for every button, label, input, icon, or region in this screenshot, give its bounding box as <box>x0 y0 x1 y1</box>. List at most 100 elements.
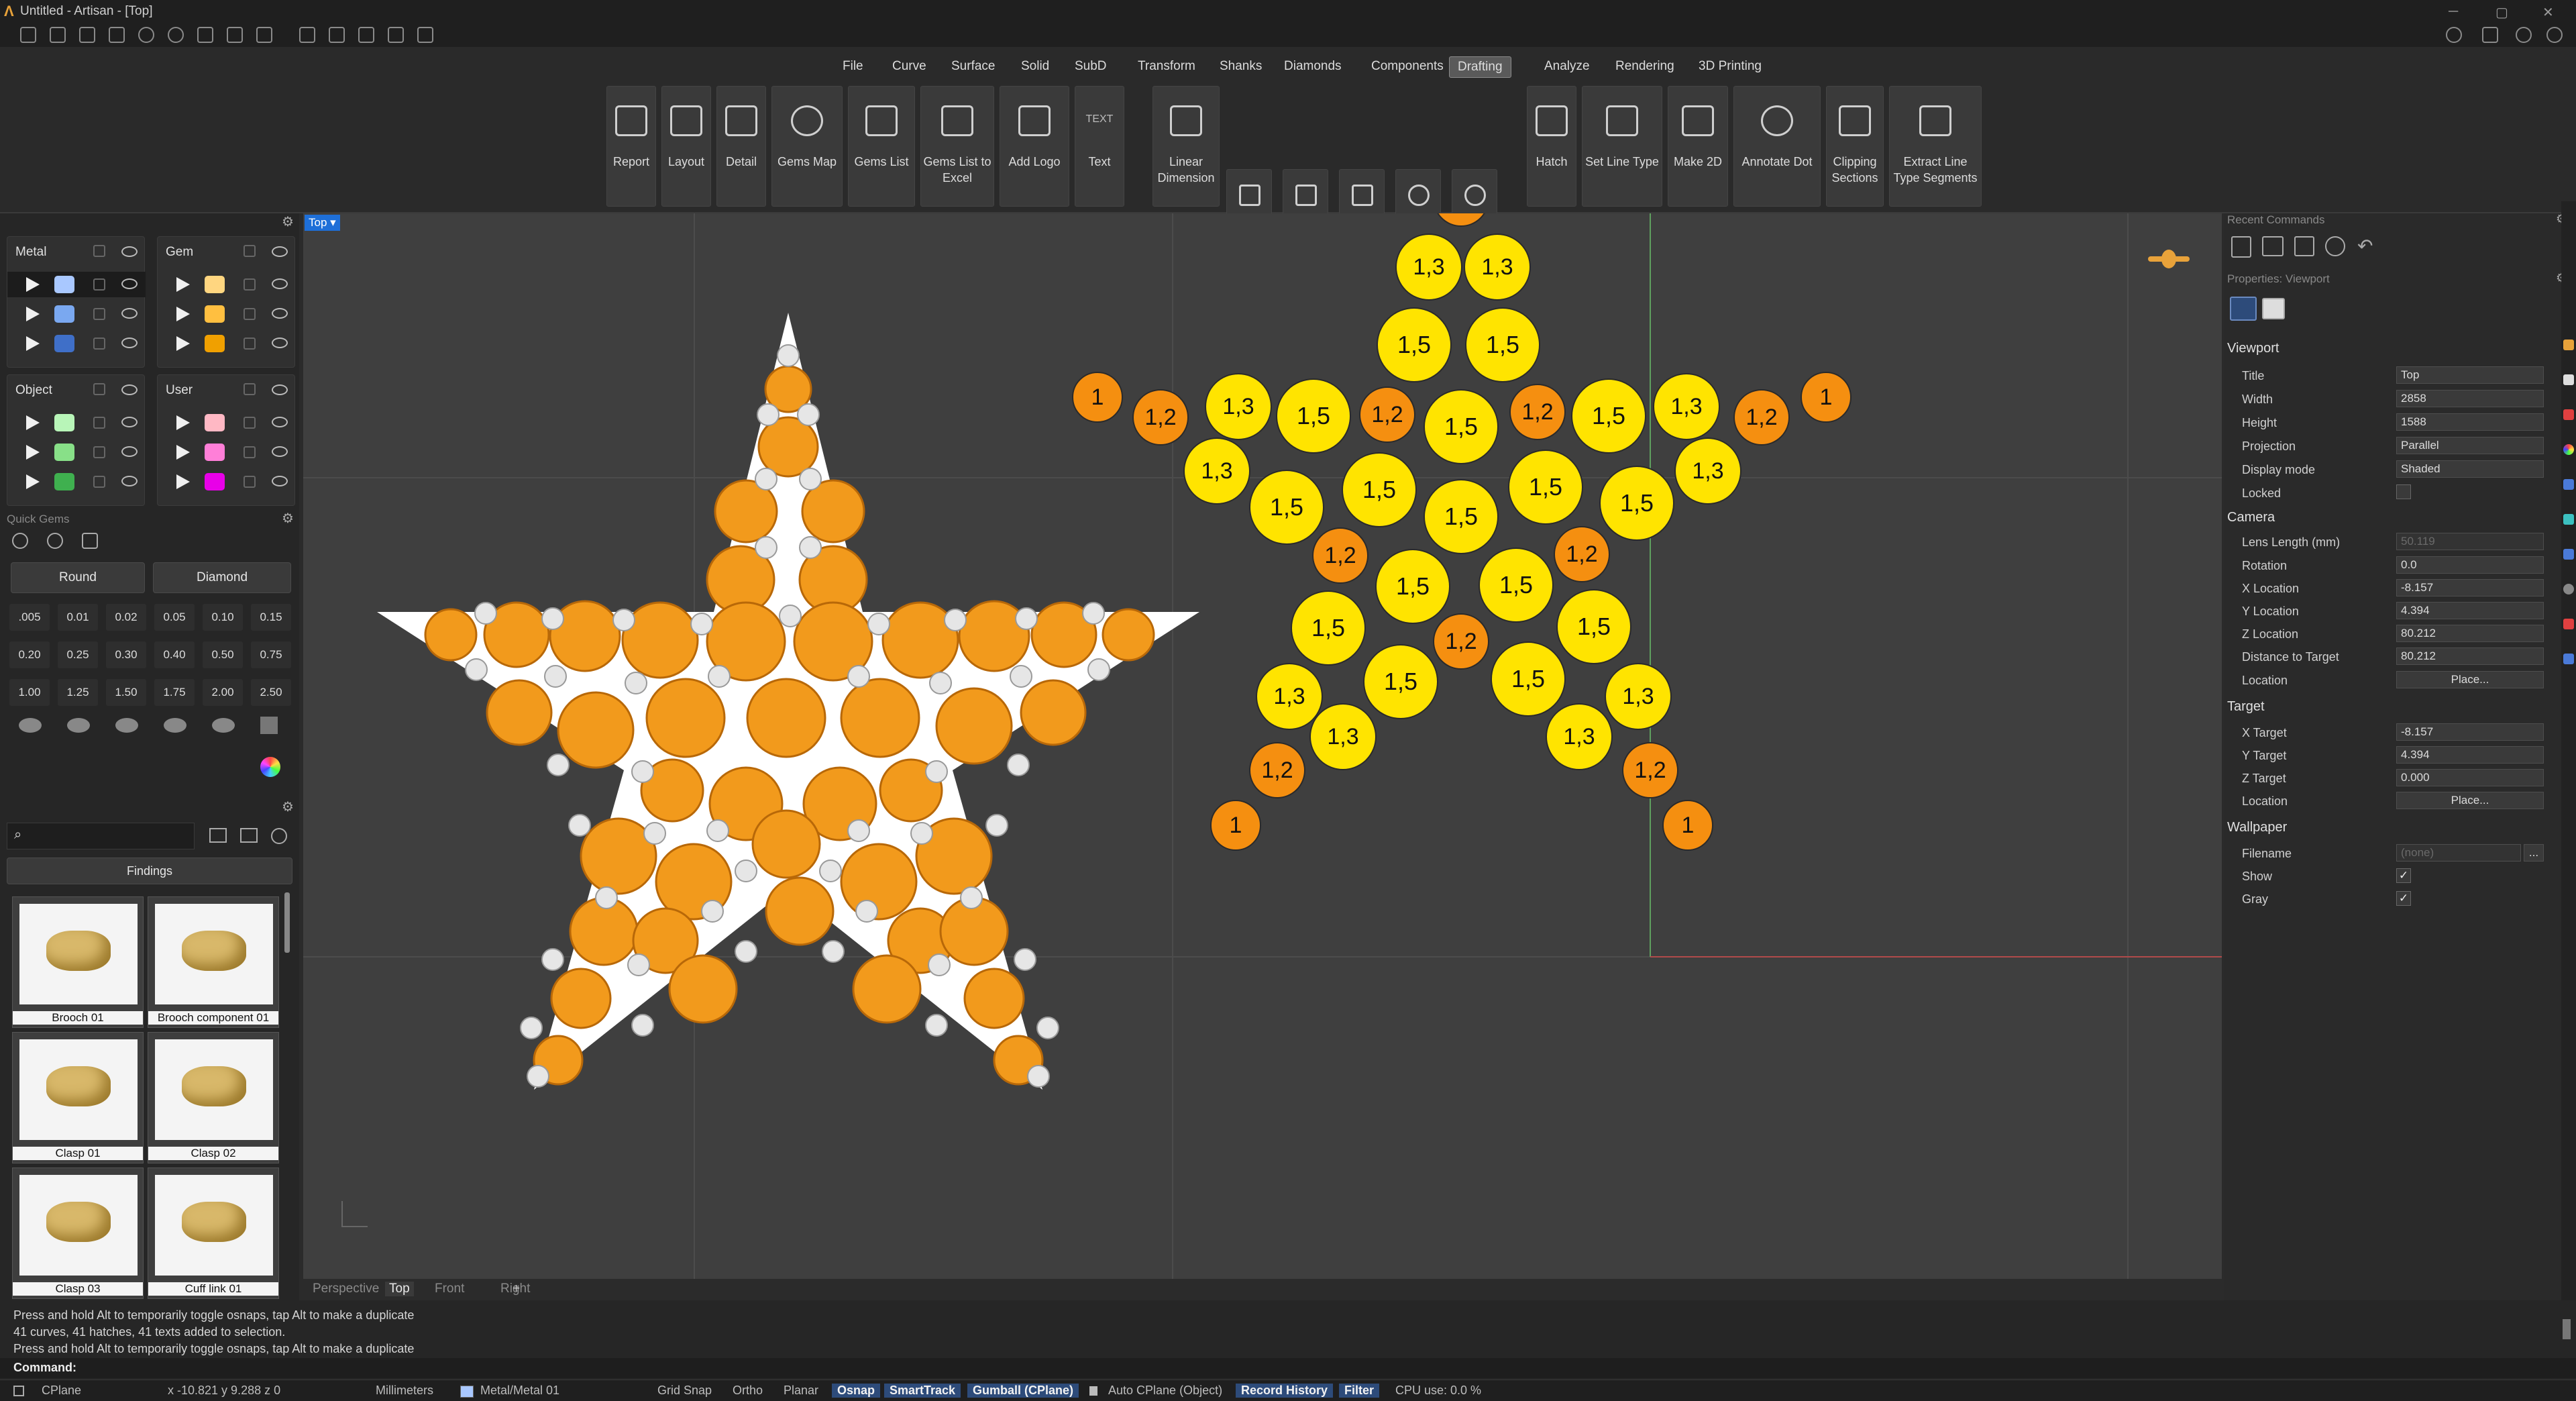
gem-annotation-dot[interactable]: 1 <box>1210 800 1261 851</box>
gem-cut-1-icon[interactable] <box>19 718 42 733</box>
menu-diamonds[interactable]: Diamonds <box>1276 56 1350 76</box>
library-item[interactable]: Cuff link 01 <box>148 1168 279 1299</box>
gem-annotation-dot[interactable]: 1,3 <box>1653 373 1720 440</box>
strip-tool-8-icon[interactable] <box>2563 584 2574 594</box>
play-icon[interactable] <box>176 445 190 460</box>
gem-size-button[interactable]: 2.00 <box>203 679 243 706</box>
gem-annotation-dot[interactable]: 1,5 <box>1424 479 1499 554</box>
width-field[interactable]: 2858 <box>2396 390 2544 407</box>
library-item[interactable]: Brooch component 01 <box>148 896 279 1028</box>
clipboard-icon[interactable] <box>2231 236 2251 258</box>
browse-button[interactable]: ... <box>2524 844 2544 862</box>
menu-file[interactable]: File <box>835 56 871 76</box>
play-icon[interactable] <box>26 336 40 351</box>
new-file-icon[interactable] <box>20 27 36 43</box>
library-scrollbar[interactable] <box>284 892 290 953</box>
lock-icon[interactable] <box>93 446 105 458</box>
x-location-field[interactable]: -8.157 <box>2396 579 2544 596</box>
command-prompt-bar[interactable]: Command: <box>0 1358 2576 1378</box>
layer-color-swatch[interactable] <box>205 305 225 323</box>
strip-tool-2-icon[interactable] <box>2563 374 2574 385</box>
play-icon[interactable] <box>26 474 40 489</box>
viewport-tab-perspective[interactable]: Perspective <box>313 1282 379 1296</box>
clipping-sections-button[interactable]: Clipping Sections <box>1826 86 1884 207</box>
layer-row[interactable] <box>7 272 146 297</box>
layer-row[interactable] <box>7 439 146 465</box>
info-icon[interactable] <box>2446 27 2462 43</box>
menu-analyze[interactable]: Analyze <box>1536 56 1598 76</box>
tools-icon[interactable] <box>358 27 374 43</box>
gem-tool-2-icon[interactable] <box>47 533 63 549</box>
text-button[interactable]: TEXT Text <box>1075 86 1124 207</box>
gem-tool-1-icon[interactable] <box>12 533 28 549</box>
play-icon[interactable] <box>176 307 190 321</box>
layer-color-swatch[interactable] <box>54 414 74 431</box>
gem-cut-6-icon[interactable] <box>260 717 278 734</box>
layer-color-swatch[interactable] <box>205 414 225 431</box>
layer-color-swatch[interactable] <box>54 276 74 293</box>
strip-tool-9-icon[interactable] <box>2563 619 2574 629</box>
group-lock-icon[interactable] <box>244 245 256 257</box>
top-viewport[interactable]: 11,21,31,31,51,511,21,31,51,21,51,21,51,… <box>303 213 2222 1279</box>
cplane-label[interactable]: CPlane <box>42 1384 81 1398</box>
gem-annotation-dot[interactable]: 1,5 <box>1599 466 1674 541</box>
minimize-button[interactable]: ─ <box>2449 4 2458 19</box>
gem-annotation-dot[interactable]: 1,2 <box>1733 389 1790 446</box>
gem-annotation-dot[interactable]: 1,3 <box>1205 373 1272 440</box>
gem-cut-5-icon[interactable] <box>212 718 235 733</box>
make-2d-button[interactable]: Make 2D <box>1668 86 1728 207</box>
gray-checkbox[interactable]: ✓ <box>2396 891 2411 906</box>
checklist-icon[interactable] <box>2262 236 2284 256</box>
menu-drafting[interactable]: Drafting <box>1449 56 1511 78</box>
gem-annotation-dot[interactable]: 1,5 <box>1508 450 1583 525</box>
gem-size-button[interactable]: 0.20 <box>9 641 50 668</box>
gem-size-button[interactable]: 2.50 <box>251 679 291 706</box>
projection-dropdown[interactable]: Parallel <box>2396 437 2544 454</box>
gem-annotation-dot[interactable]: 1,3 <box>1183 437 1250 505</box>
gem-size-button[interactable]: 1.00 <box>9 679 50 706</box>
layer-row[interactable] <box>158 410 296 435</box>
save-as-icon[interactable] <box>227 27 243 43</box>
layer-row[interactable] <box>158 331 296 356</box>
new-template-icon[interactable] <box>50 27 66 43</box>
report-button[interactable]: Report <box>606 86 656 207</box>
library-search-input[interactable] <box>33 826 187 846</box>
target-place-button[interactable]: Place... <box>2396 792 2544 809</box>
layer-row[interactable] <box>158 272 296 297</box>
group-lock-icon[interactable] <box>93 383 105 395</box>
z-target-field[interactable]: 0.000 <box>2396 769 2544 786</box>
gem-annotation-dot[interactable]: 1,5 <box>1291 590 1366 666</box>
menu-components[interactable]: Components <box>1363 56 1452 76</box>
color-wheel-icon[interactable] <box>260 757 280 777</box>
set-line-type-button[interactable]: Set Line Type <box>1582 86 1662 207</box>
select-icon[interactable] <box>329 27 345 43</box>
height-field[interactable]: 1588 <box>2396 413 2544 431</box>
lock-icon[interactable] <box>93 338 105 350</box>
close-button[interactable]: ✕ <box>2542 4 2554 21</box>
gem-size-button[interactable]: 0.05 <box>154 604 195 631</box>
record-history-toggle[interactable]: Record History <box>1236 1384 1334 1398</box>
gem-annotation-dot[interactable]: 1,2 <box>1249 742 1305 798</box>
menu-rendering[interactable]: Rendering <box>1607 56 1682 76</box>
gem-annotation-dot[interactable]: 1,5 <box>1491 641 1566 717</box>
eye-icon[interactable] <box>121 446 138 457</box>
gems-list-button[interactable]: Gems List <box>848 86 915 207</box>
strip-tool-10-icon[interactable] <box>2563 654 2574 664</box>
display-props-icon[interactable] <box>2262 298 2285 319</box>
locked-checkbox[interactable] <box>2396 484 2411 499</box>
eye-icon[interactable] <box>272 417 288 427</box>
gem-size-button[interactable]: 0.30 <box>106 641 146 668</box>
eye-icon[interactable] <box>272 338 288 348</box>
lock-icon[interactable] <box>244 417 256 429</box>
library-item[interactable]: Brooch 01 <box>12 896 144 1028</box>
menu-shanks[interactable]: Shanks <box>1212 56 1270 76</box>
play-icon[interactable] <box>176 474 190 489</box>
library-gear-icon[interactable]: ⚙ <box>282 798 294 815</box>
gem-annotation-dot[interactable]: 1,3 <box>1546 703 1613 770</box>
planar-toggle[interactable]: Planar <box>784 1384 818 1398</box>
auto-cplane-toggle[interactable]: Auto CPlane (Object) <box>1108 1384 1222 1398</box>
gem-annotation-dot[interactable]: 1,5 <box>1571 378 1646 454</box>
ortho-toggle[interactable]: Ortho <box>733 1384 763 1398</box>
menu-curve[interactable]: Curve <box>884 56 934 76</box>
units-label[interactable]: Millimeters <box>376 1384 433 1398</box>
